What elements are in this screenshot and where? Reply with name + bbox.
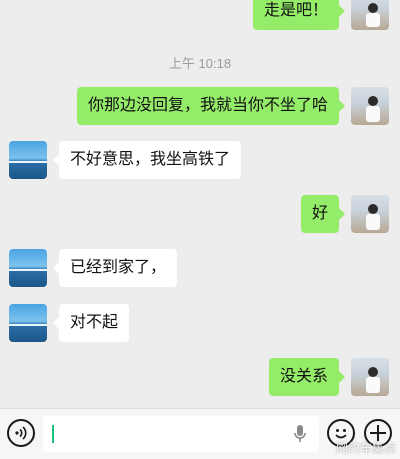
contact-avatar-image — [9, 161, 47, 163]
self-avatar[interactable] — [351, 87, 389, 125]
message-input[interactable] — [43, 416, 319, 452]
voice-mode-button[interactable] — [7, 419, 35, 447]
message-row: 对不起 — [0, 304, 400, 342]
message-row: 不好意思，我坐高铁了 — [0, 141, 400, 179]
contact-avatar-image — [9, 324, 47, 326]
input-toolbar: 网约车集点 — [0, 408, 400, 459]
microphone-icon[interactable] — [293, 424, 307, 444]
message-row: 已经到家了， — [0, 249, 400, 287]
message-text: 已经到家了， — [70, 259, 167, 276]
contact-avatar[interactable] — [9, 249, 47, 287]
self-message-bubble[interactable]: 走是吧！ — [252, 0, 346, 30]
message-row: 你那边没回复，我就当你不坐了哈 — [0, 87, 400, 125]
message-row: 没关系 — [0, 358, 400, 396]
self-avatar[interactable] — [351, 195, 389, 233]
message-text: 你那边没回复，我就当你不坐了哈 — [87, 97, 328, 114]
contact-avatar[interactable] — [9, 141, 47, 179]
self-avatar-image — [366, 367, 380, 393]
message-text: 对不起 — [70, 314, 119, 331]
contact-message-bubble[interactable]: 不好意思，我坐高铁了 — [52, 141, 242, 179]
message-text: 走是吧！ — [263, 2, 328, 19]
message-row: 走是吧！ — [0, 0, 400, 30]
self-avatar[interactable] — [351, 358, 389, 396]
voice-wave-icon — [15, 426, 27, 440]
self-avatar[interactable] — [351, 0, 389, 30]
self-message-bubble[interactable]: 没关系 — [268, 358, 346, 396]
message-text: 没关系 — [279, 368, 328, 385]
contact-avatar-image — [9, 269, 47, 271]
contact-avatar[interactable] — [9, 304, 47, 342]
message-row: 好 — [0, 195, 400, 233]
message-text: 不好意思，我坐高铁了 — [70, 151, 231, 168]
watermark: 网约车集点 — [335, 441, 396, 455]
self-avatar-image — [366, 204, 380, 230]
contact-message-bubble[interactable]: 对不起 — [52, 304, 130, 342]
self-message-bubble[interactable]: 你那边没回复，我就当你不坐了哈 — [76, 87, 346, 125]
self-avatar-image — [366, 3, 380, 27]
message-text: 好 — [311, 205, 328, 222]
self-message-bubble[interactable]: 好 — [300, 195, 346, 233]
contact-message-bubble[interactable]: 已经到家了， — [52, 249, 178, 287]
chat-area[interactable]: 走是吧！ 上午 10:18 你那边没回复，我就当你不坐了哈 不好意思，我坐高铁了… — [0, 0, 400, 408]
self-avatar-image — [366, 96, 380, 122]
message-timestamp: 上午 10:18 — [168, 56, 232, 71]
text-caret — [52, 425, 54, 443]
